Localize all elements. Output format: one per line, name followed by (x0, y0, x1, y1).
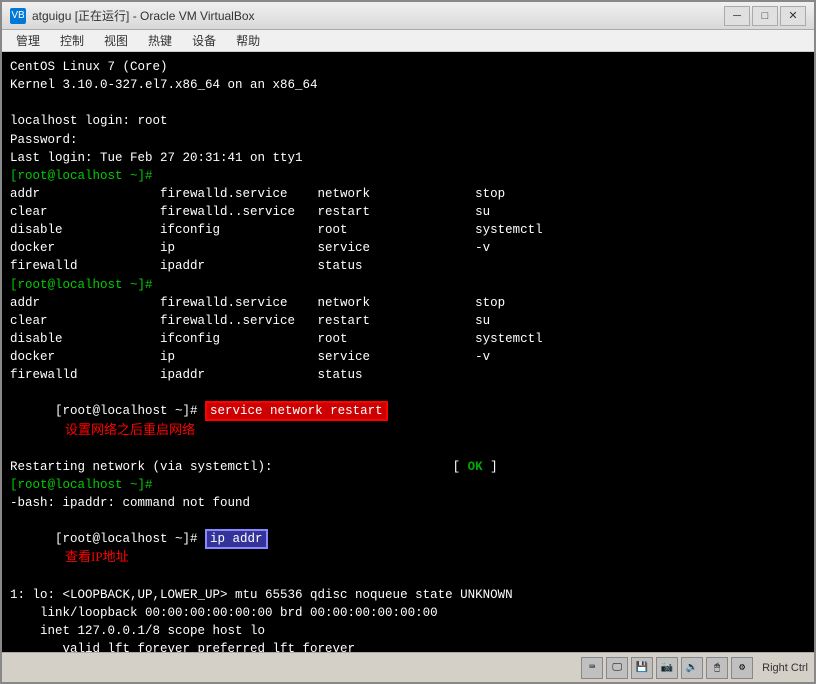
line-lo-inet: inet 127.0.0.1/8 scope host lo (10, 622, 806, 640)
menu-bar: 管理 控制 视图 热键 设备 帮助 (2, 30, 814, 52)
annotation-ipaddr: 查看IP地址 (65, 549, 129, 564)
line-12: firewalld ipaddr status (10, 257, 806, 275)
window-controls: ─ □ ✕ (724, 6, 806, 26)
menu-manage[interactable]: 管理 (6, 30, 50, 51)
menu-view[interactable]: 视图 (94, 30, 138, 51)
line-prompt-after-restart: [root@localhost ~]# (10, 476, 806, 494)
line-6: Last login: Tue Feb 27 20:31:41 on tty1 (10, 149, 806, 167)
status-icon-2: 🖵 (606, 657, 628, 679)
line-ip-addr: [root@localhost ~]# ip addr 查看IP地址 (10, 512, 806, 586)
menu-control[interactable]: 控制 (50, 30, 94, 51)
app-icon: VB (10, 8, 26, 24)
status-icon-6: 🖱 (706, 657, 728, 679)
line-16: disable ifconfig root systemctl (10, 330, 806, 348)
line-2: Kernel 3.10.0-327.el7.x86_64 on an x86_6… (10, 76, 806, 94)
right-ctrl-label: Right Ctrl (762, 662, 808, 674)
line-10: disable ifconfig root systemctl (10, 221, 806, 239)
line-8: addr firewalld.service network stop (10, 185, 806, 203)
status-icon-4: 📷 (656, 657, 678, 679)
line-lo-link: link/loopback 00:00:00:00:00:00 brd 00:0… (10, 604, 806, 622)
status-icon-7: ⚙ (731, 657, 753, 679)
line-13: [root@localhost ~]# (10, 276, 806, 294)
status-icon-1: ⌨ (581, 657, 603, 679)
line-1: CentOS Linux 7 (Core) (10, 58, 806, 76)
close-button[interactable]: ✕ (780, 6, 806, 26)
line-18: firewalld ipaddr status (10, 366, 806, 384)
line-4: localhost login: root (10, 112, 806, 130)
line-restarting: Restarting network (via systemctl): [ OK… (10, 458, 806, 476)
line-lo-valid: valid_lft forever preferred_lft forever (10, 640, 806, 652)
main-window: VB atguigu [正在运行] - Oracle VM VirtualBox… (0, 0, 816, 684)
status-icon-3: 💾 (631, 657, 653, 679)
line-9: clear firewalld..service restart su (10, 203, 806, 221)
line-14: addr firewalld.service network stop (10, 294, 806, 312)
line-lo: 1: lo: <LOOPBACK,UP,LOWER_UP> mtu 65536 … (10, 586, 806, 604)
title-bar: VB atguigu [正在运行] - Oracle VM VirtualBox… (2, 2, 814, 30)
line-11: docker ip service -v (10, 239, 806, 257)
menu-hotkey[interactable]: 热键 (138, 30, 182, 51)
window-title: atguigu [正在运行] - Oracle VM VirtualBox (32, 7, 255, 24)
menu-help[interactable]: 帮助 (226, 30, 270, 51)
status-bar: ⌨ 🖵 💾 📷 🔊 🖱 ⚙ Right Ctrl (2, 652, 814, 682)
line-service-restart: [root@localhost ~]# service network rest… (10, 384, 806, 458)
line-7: [root@localhost ~]# (10, 167, 806, 185)
line-17: docker ip service -v (10, 348, 806, 366)
menu-devices[interactable]: 设备 (182, 30, 226, 51)
line-3 (10, 94, 806, 112)
terminal-area[interactable]: CentOS Linux 7 (Core) Kernel 3.10.0-327.… (2, 52, 814, 652)
line-command-not-found: -bash: ipaddr: command not found (10, 494, 806, 512)
service-restart-highlight: service network restart (205, 401, 388, 421)
ip-addr-highlight: ip addr (205, 529, 268, 549)
minimize-button[interactable]: ─ (724, 6, 750, 26)
annotation-restart: 设置网络之后重启网络 (65, 422, 195, 437)
status-icon-5: 🔊 (681, 657, 703, 679)
maximize-button[interactable]: □ (752, 6, 778, 26)
title-bar-left: VB atguigu [正在运行] - Oracle VM VirtualBox (10, 7, 255, 24)
line-5: Password: (10, 131, 806, 149)
line-15: clear firewalld..service restart su (10, 312, 806, 330)
